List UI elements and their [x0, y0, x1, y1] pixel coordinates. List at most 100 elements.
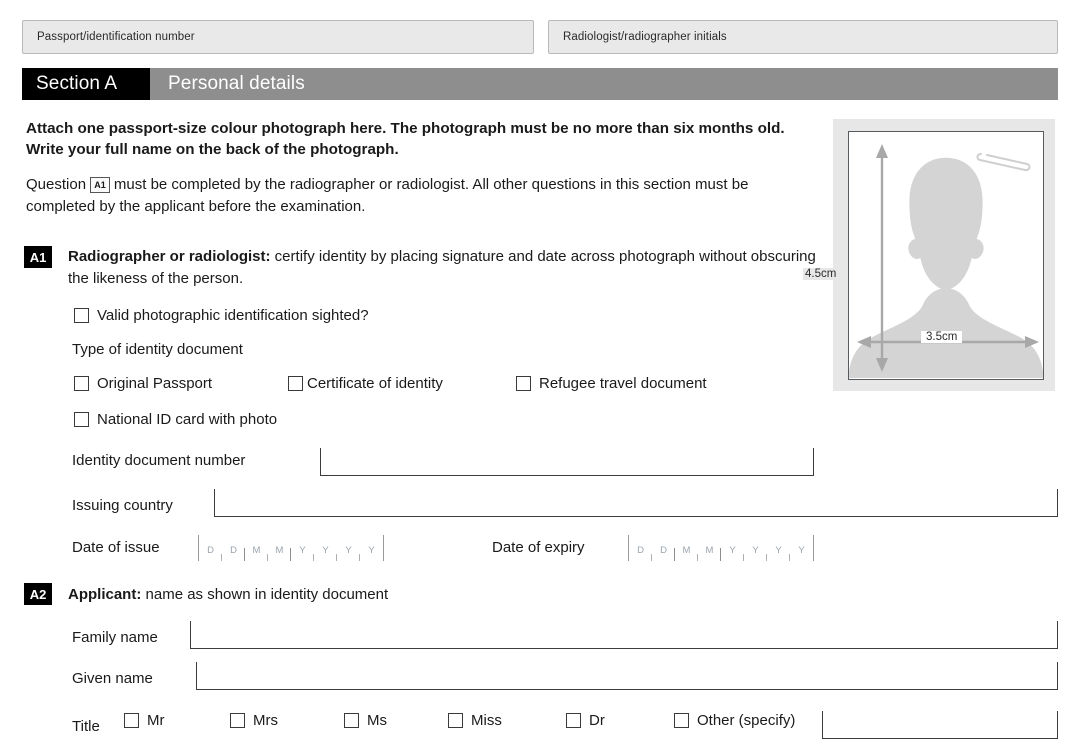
- date-cell-m-3[interactable]: M: [268, 535, 291, 561]
- section-title: Personal details: [150, 68, 1058, 100]
- date-cell-m-3[interactable]: M: [698, 535, 721, 561]
- date-of-expiry-label: Date of expiry: [492, 539, 585, 556]
- section-header-bar: Section A Personal details: [22, 68, 1058, 100]
- checkbox-title-miss[interactable]: Miss: [448, 712, 566, 729]
- checkbox-icon[interactable]: [74, 412, 89, 427]
- date-cell-hint: D: [207, 544, 214, 561]
- checkbox-label: National ID card with photo: [97, 411, 277, 428]
- checkbox-identification-sighted[interactable]: Valid photographic identification sighte…: [74, 307, 369, 324]
- issuing-country-label: Issuing country: [72, 497, 173, 514]
- form-page: Passport/identification number Radiologi…: [0, 0, 1080, 749]
- checkbox-original-passport[interactable]: Original Passport: [74, 375, 288, 392]
- checkbox-label: Mrs: [253, 712, 278, 729]
- checkbox-icon[interactable]: [124, 713, 139, 728]
- date-cell-d-1[interactable]: D: [652, 535, 675, 561]
- attach-rest: one passport-size colour photograph here…: [26, 120, 785, 158]
- date-cell-d-1[interactable]: D: [222, 535, 245, 561]
- question-badge-a1: A1: [24, 246, 52, 268]
- photograph-placeholder-panel: 4.5cm 3.5cm: [833, 119, 1055, 391]
- date-of-expiry-input[interactable]: DDMMYYYY: [628, 535, 814, 561]
- question-a1-lead: Radiographer or radiologist:: [68, 248, 271, 265]
- date-of-issue-input[interactable]: DDMMYYYY: [198, 535, 384, 561]
- date-cell-hint: M: [706, 544, 714, 561]
- header-fields: Passport/identification number Radiologi…: [22, 20, 1058, 54]
- checkbox-title-mr[interactable]: Mr: [124, 712, 230, 729]
- date-cell-y-5[interactable]: Y: [744, 535, 767, 561]
- other-title-specify-input[interactable]: [822, 711, 1058, 739]
- checkbox-icon[interactable]: [674, 713, 689, 728]
- checkbox-national-id-card[interactable]: National ID card with photo: [74, 411, 277, 428]
- photo-width-label: 3.5cm: [921, 331, 962, 343]
- note-after: must be completed by the radiographer or…: [26, 176, 748, 215]
- checkbox-label: Ms: [367, 712, 387, 729]
- checkbox-label: Mr: [147, 712, 165, 729]
- checkbox-title-ms[interactable]: Ms: [344, 712, 448, 729]
- document-type-checkbox-row: Original Passport Certificate of identit…: [74, 375, 707, 392]
- attach-lead: Attach: [26, 120, 73, 137]
- date-cell-hint: Y: [345, 544, 351, 561]
- title-checkbox-row: Mr Mrs Ms Miss Dr Other (specify): [124, 712, 795, 729]
- date-cell-hint: Y: [752, 544, 758, 561]
- checkbox-label: Certificate of identity: [307, 375, 443, 392]
- checkbox-icon[interactable]: [516, 376, 531, 391]
- paperclip-icon: [975, 148, 1033, 174]
- checkbox-title-other-specify[interactable]: Other (specify): [674, 712, 795, 729]
- passport-identification-number-field[interactable]: Passport/identification number: [22, 20, 534, 54]
- date-cell-m-2[interactable]: M: [245, 535, 268, 561]
- date-cell-hint: Y: [322, 544, 328, 561]
- date-cell-y-6[interactable]: Y: [767, 535, 790, 561]
- checkbox-title-dr[interactable]: Dr: [566, 712, 674, 729]
- date-cell-hint: Y: [368, 544, 374, 561]
- checkbox-icon[interactable]: [288, 376, 303, 391]
- date-cell-hint: D: [230, 544, 237, 561]
- date-cell-hint: M: [276, 544, 284, 561]
- checkbox-icon[interactable]: [448, 713, 463, 728]
- question-completion-note: Question A1 must be completed by the rad…: [26, 174, 816, 218]
- checkbox-refugee-travel-document[interactable]: Refugee travel document: [516, 375, 707, 392]
- checkbox-label: Original Passport: [97, 375, 212, 392]
- date-cell-y-4[interactable]: Y: [291, 535, 314, 561]
- section-tag: Section A: [22, 68, 150, 100]
- family-name-label: Family name: [72, 629, 158, 646]
- question-a2-rest: name as shown in identity document: [141, 586, 388, 603]
- given-name-input[interactable]: [196, 662, 1058, 690]
- date-cell-d-0[interactable]: D: [199, 535, 222, 561]
- note-before: Question: [26, 176, 90, 193]
- question-a2-text: Applicant: name as shown in identity doc…: [68, 584, 388, 606]
- checkbox-icon[interactable]: [230, 713, 245, 728]
- question-a1-text: Radiographer or radiologist: certify ide…: [68, 246, 828, 290]
- date-cell-y-6[interactable]: Y: [337, 535, 360, 561]
- given-name-label: Given name: [72, 670, 153, 687]
- family-name-input[interactable]: [190, 621, 1058, 649]
- date-cell-y-4[interactable]: Y: [721, 535, 744, 561]
- date-cell-hint: M: [683, 544, 691, 561]
- issuing-country-input[interactable]: [214, 489, 1058, 517]
- identity-document-number-input[interactable]: [320, 448, 814, 476]
- national-id-checkbox-row: National ID card with photo: [74, 411, 277, 428]
- checkbox-icon[interactable]: [74, 308, 89, 323]
- title-label: Title: [72, 718, 100, 735]
- date-of-issue-label: Date of issue: [72, 539, 160, 556]
- date-cell-y-7[interactable]: Y: [790, 535, 813, 561]
- date-cell-y-7[interactable]: Y: [360, 535, 383, 561]
- date-cell-hint: D: [660, 544, 667, 561]
- checkbox-certificate-of-identity[interactable]: Certificate of identity: [288, 375, 516, 392]
- date-cell-hint: M: [253, 544, 261, 561]
- date-cell-y-5[interactable]: Y: [314, 535, 337, 561]
- checkbox-label: Valid photographic identification sighte…: [97, 307, 369, 324]
- sighted-checkbox-row: Valid photographic identification sighte…: [74, 307, 369, 324]
- radiologist-initials-field[interactable]: Radiologist/radiographer initials: [548, 20, 1058, 54]
- date-cell-hint: Y: [798, 544, 804, 561]
- date-cell-m-2[interactable]: M: [675, 535, 698, 561]
- checkbox-icon[interactable]: [566, 713, 581, 728]
- photo-height-label: 4.5cm: [803, 268, 838, 280]
- checkbox-title-mrs[interactable]: Mrs: [230, 712, 344, 729]
- checkbox-icon[interactable]: [74, 376, 89, 391]
- checkbox-icon[interactable]: [344, 713, 359, 728]
- checkbox-label: Dr: [589, 712, 605, 729]
- attach-photo-instruction: Attach one passport-size colour photogra…: [26, 118, 816, 160]
- date-cell-d-0[interactable]: D: [629, 535, 652, 561]
- checkbox-label: Miss: [471, 712, 502, 729]
- type-of-identity-document-heading: Type of identity document: [72, 341, 243, 358]
- date-cell-hint: D: [637, 544, 644, 561]
